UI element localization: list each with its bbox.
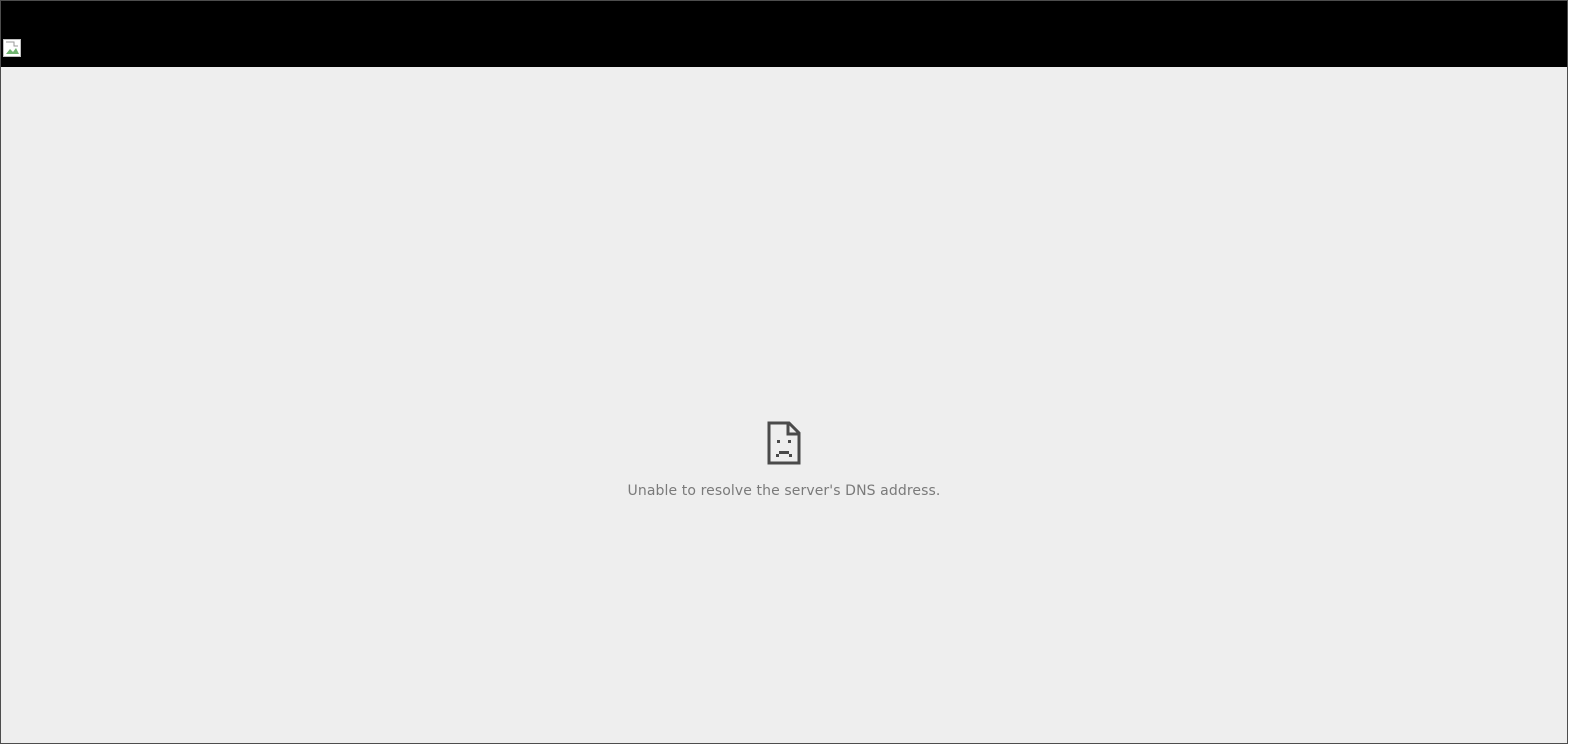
broken-image-icon[interactable] [3, 39, 21, 57]
error-message: Unable to resolve the server's DNS addre… [627, 483, 941, 499]
browser-viewport: Unable to resolve the server's DNS addre… [0, 0, 1568, 744]
header-bar [1, 1, 1567, 67]
error-panel: Unable to resolve the server's DNS addre… [1, 421, 1567, 499]
sad-document-icon [767, 421, 801, 465]
